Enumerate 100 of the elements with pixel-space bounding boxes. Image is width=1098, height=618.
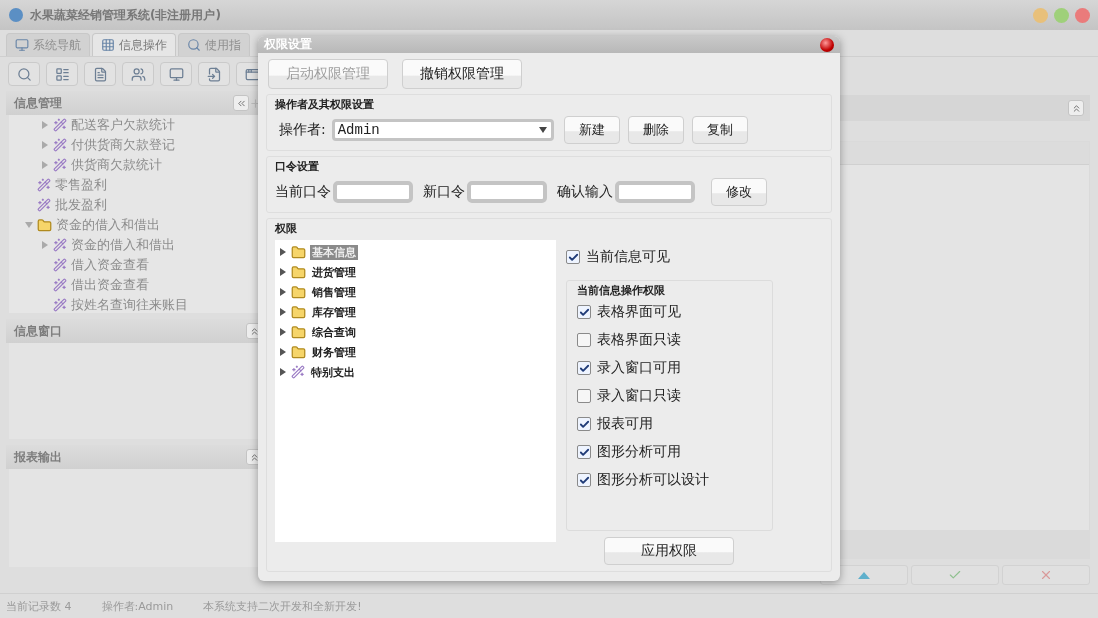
field-label: 确认输入	[557, 183, 613, 201]
tree-item[interactable]: 基本信息	[310, 244, 358, 260]
folder-icon	[291, 324, 306, 340]
password-field[interactable]	[333, 181, 413, 203]
wand-icon	[53, 238, 67, 252]
wand-icon	[53, 158, 67, 172]
wand-icon	[53, 138, 67, 152]
list-icon	[54, 66, 70, 82]
toolbar-button[interactable]	[84, 62, 116, 86]
collapse-arrow-icon[interactable]	[25, 221, 33, 229]
tree-item[interactable]: 综合查询	[310, 324, 358, 340]
tree-item[interactable]: 零售盈利	[55, 176, 107, 194]
expand-arrow-icon[interactable]	[279, 288, 287, 296]
collapse-button[interactable]	[1068, 100, 1084, 116]
tree-item[interactable]: 销售管理	[310, 284, 358, 300]
toolbar-button[interactable]	[46, 62, 78, 86]
expand-arrow-icon[interactable]	[279, 348, 287, 356]
operator-select[interactable]: Admin	[331, 119, 554, 141]
form-icon	[206, 66, 222, 82]
document-icon	[92, 66, 108, 82]
grid-icon	[101, 38, 115, 52]
tree-item[interactable]: 库存管理	[310, 304, 358, 320]
monitor-icon	[168, 66, 184, 82]
close-button[interactable]	[820, 37, 834, 52]
check-icon	[948, 568, 962, 582]
checkbox[interactable]	[577, 333, 591, 347]
wand-icon	[53, 278, 67, 292]
action-button[interactable]: 撤销权限管理	[402, 59, 522, 89]
wand-icon	[53, 258, 67, 272]
expand-arrow-icon[interactable]	[279, 308, 287, 316]
expand-arrow-icon[interactable]	[279, 248, 287, 256]
checkbox[interactable]	[577, 389, 591, 403]
tab[interactable]: 信息操作	[92, 33, 176, 56]
checkbox-label: 表格界面可见	[597, 303, 681, 321]
apply-button[interactable]: 应用权限	[604, 537, 734, 565]
tree-item[interactable]: 资金的借入和借出	[56, 216, 160, 234]
folder-icon	[291, 244, 306, 260]
checkbox[interactable]	[577, 417, 591, 431]
monitor-icon	[15, 38, 29, 52]
wand-icon	[37, 178, 51, 192]
dialog-title: 权限设置	[264, 36, 313, 53]
window-icon	[244, 66, 260, 82]
wand-icon	[53, 298, 67, 312]
tab[interactable]: 使用指	[178, 33, 250, 56]
search-icon	[16, 66, 32, 82]
field-label: 新口令	[423, 183, 465, 201]
password-field[interactable]	[467, 181, 547, 203]
group-title: 当前信息操作权限	[577, 283, 666, 298]
toolbar-button[interactable]	[122, 62, 154, 86]
users-icon	[130, 66, 146, 82]
toolbar-button[interactable]	[160, 62, 192, 86]
expand-arrow-icon[interactable]	[279, 368, 287, 376]
checkbox[interactable]	[566, 250, 580, 264]
group-title: 口令设置	[275, 159, 320, 174]
group-title: 权限	[275, 221, 298, 236]
panel-title: 信息管理	[14, 94, 63, 112]
close-icon	[1039, 568, 1053, 582]
field-label: 当前口令	[275, 183, 331, 201]
tree-item[interactable]: 财务管理	[310, 344, 358, 360]
toolbar-button[interactable]	[198, 62, 230, 86]
checkbox-label: 表格界面只读	[597, 331, 681, 349]
tab[interactable]: 系统导航	[6, 33, 90, 56]
toolbar-button[interactable]	[8, 62, 40, 86]
tree-item[interactable]: 配送客户欠款统计	[71, 116, 175, 134]
password-field[interactable]	[615, 181, 695, 203]
folder-icon	[291, 344, 306, 360]
expand-arrow-icon[interactable]	[279, 328, 287, 336]
panel-title: 报表输出	[14, 448, 63, 466]
folder-icon	[37, 217, 52, 233]
checkbox-label: 图形分析可用	[597, 443, 681, 461]
collapse-button[interactable]	[233, 95, 249, 111]
tree-item[interactable]: 资金的借入和借出	[71, 236, 175, 254]
folder-icon	[291, 264, 306, 280]
checkbox[interactable]	[577, 445, 591, 459]
tree-item[interactable]: 按姓名查询往来账目	[71, 296, 188, 313]
tree-item[interactable]: 借入资金查看	[71, 256, 149, 274]
folder-icon	[291, 304, 306, 320]
action-button[interactable]: 删除	[627, 116, 684, 144]
action-button[interactable]: 复制	[691, 116, 748, 144]
wand-icon	[291, 365, 305, 379]
window-title: 水果蔬菜经销管理系统(非注册用户)	[30, 6, 222, 24]
tree-item[interactable]: 批发盈利	[55, 196, 107, 214]
close-button[interactable]	[1075, 7, 1090, 23]
wand-icon	[37, 198, 51, 212]
panel-title: 信息窗口	[14, 322, 63, 340]
tree-item[interactable]: 借出资金查看	[71, 276, 149, 294]
tree-item[interactable]: 进货管理	[310, 264, 358, 280]
action-button[interactable]: 修改	[711, 178, 767, 206]
checkbox-label: 当前信息可见	[586, 248, 670, 266]
checkbox[interactable]	[577, 361, 591, 375]
logo-icon	[8, 7, 24, 23]
tree-item[interactable]: 付供货商欠款登记	[71, 136, 175, 154]
expand-arrow-icon[interactable]	[279, 268, 287, 276]
checkbox[interactable]	[577, 305, 591, 319]
tree-item[interactable]: 特别支出	[309, 364, 357, 380]
wand-icon	[53, 118, 67, 132]
checkbox[interactable]	[577, 473, 591, 487]
tree-item[interactable]: 供货商欠款统计	[71, 156, 162, 174]
checkbox-label: 图形分析可以设计	[597, 471, 709, 489]
action-button[interactable]: 新建	[563, 116, 620, 144]
